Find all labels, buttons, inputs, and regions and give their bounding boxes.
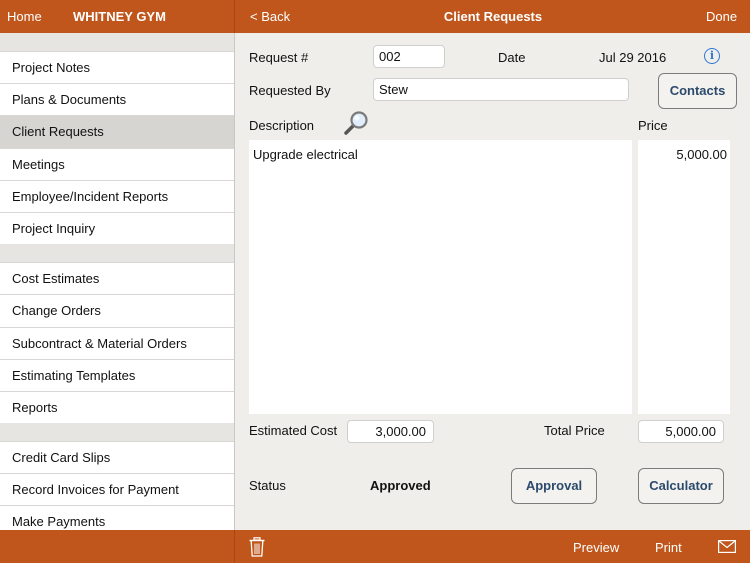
- home-button[interactable]: Home: [7, 9, 42, 24]
- sidebar-item-employee-incident-reports[interactable]: Employee/Incident Reports: [0, 179, 234, 212]
- back-button[interactable]: < Back: [250, 9, 290, 24]
- sidebar-item-cost-estimates[interactable]: Cost Estimates: [0, 262, 234, 295]
- price-label: Price: [638, 118, 668, 133]
- trash-icon[interactable]: [249, 537, 265, 557]
- bottombar-divider: [234, 530, 235, 563]
- status-value: Approved: [370, 478, 431, 493]
- price-field[interactable]: 5,000.00: [638, 140, 730, 414]
- sidebar-item-estimating-templates[interactable]: Estimating Templates: [0, 358, 234, 391]
- request-number-label: Request #: [249, 50, 309, 65]
- done-button[interactable]: Done: [706, 9, 737, 24]
- sidebar-item-make-payments[interactable]: Make Payments: [0, 505, 234, 530]
- topbar-divider: [234, 0, 235, 33]
- date-label: Date: [498, 50, 526, 65]
- requested-by-field[interactable]: Stew: [373, 78, 629, 101]
- sidebar-item-project-inquiry[interactable]: Project Inquiry: [0, 211, 234, 245]
- project-name: WHITNEY GYM: [73, 9, 166, 24]
- sidebar-item-record-invoices[interactable]: Record Invoices for Payment: [0, 473, 234, 506]
- estimated-cost-label: Estimated Cost: [249, 423, 338, 438]
- info-icon[interactable]: i: [704, 48, 720, 64]
- print-button[interactable]: Print: [655, 540, 682, 555]
- sidebar: Project Notes Plans & Documents Client R…: [0, 33, 235, 530]
- total-price-field[interactable]: 5,000.00: [638, 420, 724, 443]
- date-value[interactable]: Jul 29 2016: [599, 50, 666, 65]
- sidebar-item-plans-documents[interactable]: Plans & Documents: [0, 83, 234, 116]
- approval-button[interactable]: Approval: [511, 468, 597, 504]
- sidebar-item-meetings[interactable]: Meetings: [0, 147, 234, 180]
- mail-icon[interactable]: [718, 540, 736, 553]
- sidebar-group-gap: [0, 423, 234, 442]
- sidebar-item-client-requests[interactable]: Client Requests: [0, 115, 234, 148]
- sidebar-item-reports[interactable]: Reports: [0, 390, 234, 424]
- client-request-form: Request # 002 Date Jul 29 2016 i Request…: [235, 33, 750, 530]
- requested-by-label: Requested By: [249, 83, 331, 98]
- request-number-field[interactable]: 002: [373, 45, 445, 68]
- description-label: Description: [249, 118, 315, 133]
- page-title: Client Requests: [443, 9, 543, 24]
- description-textarea[interactable]: Upgrade electrical: [249, 140, 632, 414]
- contacts-button[interactable]: Contacts: [658, 73, 737, 109]
- sidebar-item-project-notes[interactable]: Project Notes: [0, 51, 234, 84]
- calculator-button[interactable]: Calculator: [638, 468, 724, 504]
- magnifier-icon[interactable]: [343, 109, 371, 137]
- sidebar-item-change-orders[interactable]: Change Orders: [0, 294, 234, 327]
- estimated-cost-field[interactable]: 3,000.00: [347, 420, 434, 443]
- sidebar-group-gap: [0, 244, 234, 263]
- bottom-bar: Preview Print: [0, 530, 750, 563]
- sidebar-item-credit-card-slips[interactable]: Credit Card Slips: [0, 441, 234, 474]
- total-price-label: Total Price: [544, 423, 605, 438]
- sidebar-item-subcontract-material-orders[interactable]: Subcontract & Material Orders: [0, 326, 234, 359]
- sidebar-group-gap: [0, 33, 234, 51]
- top-bar: Home WHITNEY GYM Client Requests < Back …: [0, 0, 750, 33]
- status-label: Status: [249, 478, 286, 493]
- preview-button[interactable]: Preview: [573, 540, 619, 555]
